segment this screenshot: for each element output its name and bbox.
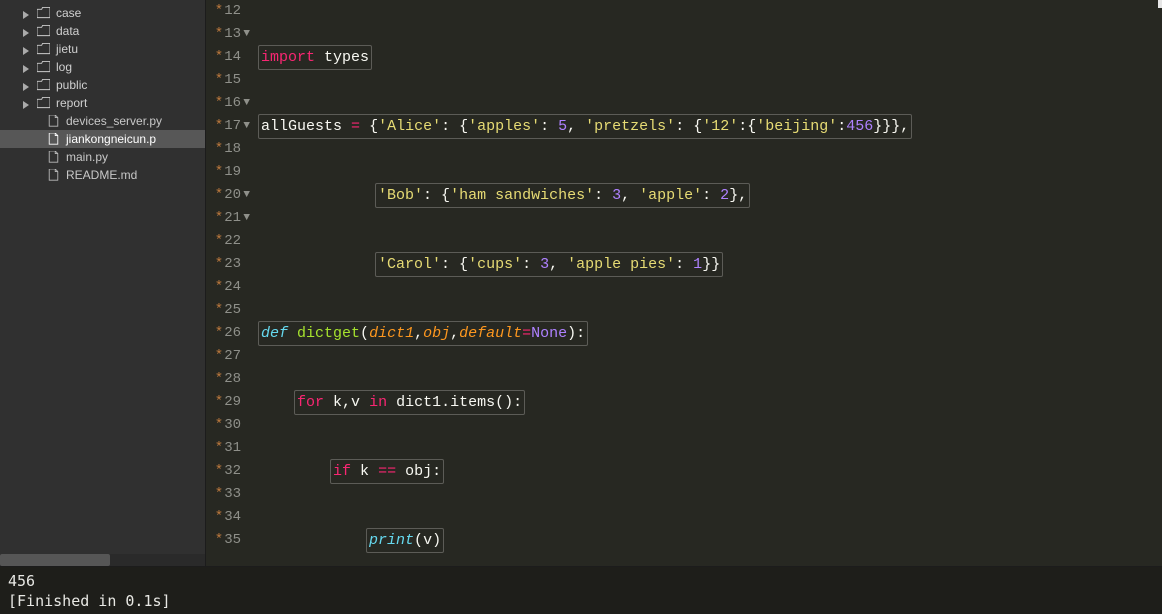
file-label: main.py — [66, 150, 108, 164]
chevron-right-icon — [22, 98, 32, 108]
line-number: *30 — [206, 414, 256, 437]
file-main[interactable]: main.py — [0, 148, 205, 166]
folder-label: public — [56, 78, 87, 92]
folder-label: case — [56, 6, 81, 20]
folder-icon — [36, 60, 50, 74]
file-label: devices_server.py — [66, 114, 162, 128]
file-icon — [46, 150, 60, 164]
code-line: 'Carol': {'cups': 3, 'apple pies': 1}} — [258, 253, 1162, 276]
line-number: *26 — [206, 322, 256, 345]
file-tree-sidebar: case data jietu log public — [0, 0, 206, 566]
line-number: *24 — [206, 276, 256, 299]
file-devices-server[interactable]: devices_server.py — [0, 112, 205, 130]
chevron-right-icon — [22, 44, 32, 54]
console-status-line: [Finished in 0.1s] — [8, 591, 1154, 611]
folder-public[interactable]: public — [0, 76, 205, 94]
line-number: *25 — [206, 299, 256, 322]
line-number: *21▼ — [206, 207, 256, 230]
line-number: *22 — [206, 230, 256, 253]
line-number: *23 — [206, 253, 256, 276]
line-number: *13▼ — [206, 23, 256, 46]
folder-icon — [36, 42, 50, 56]
build-output-panel: 456 [Finished in 0.1s] — [0, 566, 1162, 614]
folder-data[interactable]: data — [0, 22, 205, 40]
code-line: for k,v in dict1.items(): — [258, 391, 1162, 414]
line-number: *17▼ — [206, 115, 256, 138]
folder-jietu[interactable]: jietu — [0, 40, 205, 58]
line-number: *12 — [206, 0, 256, 23]
code-editor[interactable]: *12*13▼*14*15*16▼*17▼*18*19*20▼*21▼*22*2… — [206, 0, 1162, 566]
folder-label: jietu — [56, 42, 78, 56]
line-number: *33 — [206, 483, 256, 506]
scrollbar-thumb[interactable] — [0, 554, 110, 566]
code-line: def dictget(dict1,obj,default=None): — [258, 322, 1162, 345]
line-number: *32 — [206, 460, 256, 483]
folder-icon — [36, 96, 50, 110]
folder-icon — [36, 78, 50, 92]
folder-icon — [36, 24, 50, 38]
file-label: README.md — [66, 168, 137, 182]
folder-log[interactable]: log — [0, 58, 205, 76]
file-label: jiankongneicun.p — [66, 132, 156, 146]
chevron-right-icon — [22, 80, 32, 90]
line-number: *34 — [206, 506, 256, 529]
line-number: *27 — [206, 345, 256, 368]
file-icon — [46, 114, 60, 128]
minimap-marker — [1158, 0, 1162, 8]
sidebar-horizontal-scrollbar[interactable] — [0, 554, 205, 566]
code-line: if k == obj: — [258, 460, 1162, 483]
line-number: *15 — [206, 69, 256, 92]
line-number: *28 — [206, 368, 256, 391]
file-tree: case data jietu log public — [0, 0, 205, 188]
console-output-line: 456 — [8, 571, 1154, 591]
chevron-right-icon — [22, 26, 32, 36]
folder-label: log — [56, 60, 72, 74]
folder-case[interactable]: case — [0, 4, 205, 22]
file-jiankongneicun[interactable]: jiankongneicun.p — [0, 130, 205, 148]
line-number-gutter: *12*13▼*14*15*16▼*17▼*18*19*20▼*21▼*22*2… — [206, 0, 256, 566]
line-number: *14 — [206, 46, 256, 69]
line-number: *29 — [206, 391, 256, 414]
file-readme[interactable]: README.md — [0, 166, 205, 184]
chevron-right-icon — [22, 8, 32, 18]
line-number: *18 — [206, 138, 256, 161]
folder-icon — [36, 6, 50, 20]
chevron-right-icon — [22, 62, 32, 72]
code-line: 'Bob': {'ham sandwiches': 3, 'apple': 2}… — [258, 184, 1162, 207]
line-number: *35 — [206, 529, 256, 552]
file-icon — [46, 168, 60, 182]
file-icon — [46, 132, 60, 146]
folder-label: report — [56, 96, 87, 110]
code-line: print(v) — [258, 529, 1162, 552]
line-number: *16▼ — [206, 92, 256, 115]
folder-report[interactable]: report — [0, 94, 205, 112]
code-line: import types — [258, 46, 1162, 69]
line-number: *19 — [206, 161, 256, 184]
code-content[interactable]: import types allGuests = {'Alice': {'app… — [256, 0, 1162, 566]
folder-label: data — [56, 24, 79, 38]
line-number: *20▼ — [206, 184, 256, 207]
line-number: *31 — [206, 437, 256, 460]
code-line: allGuests = {'Alice': {'apples': 5, 'pre… — [258, 115, 1162, 138]
